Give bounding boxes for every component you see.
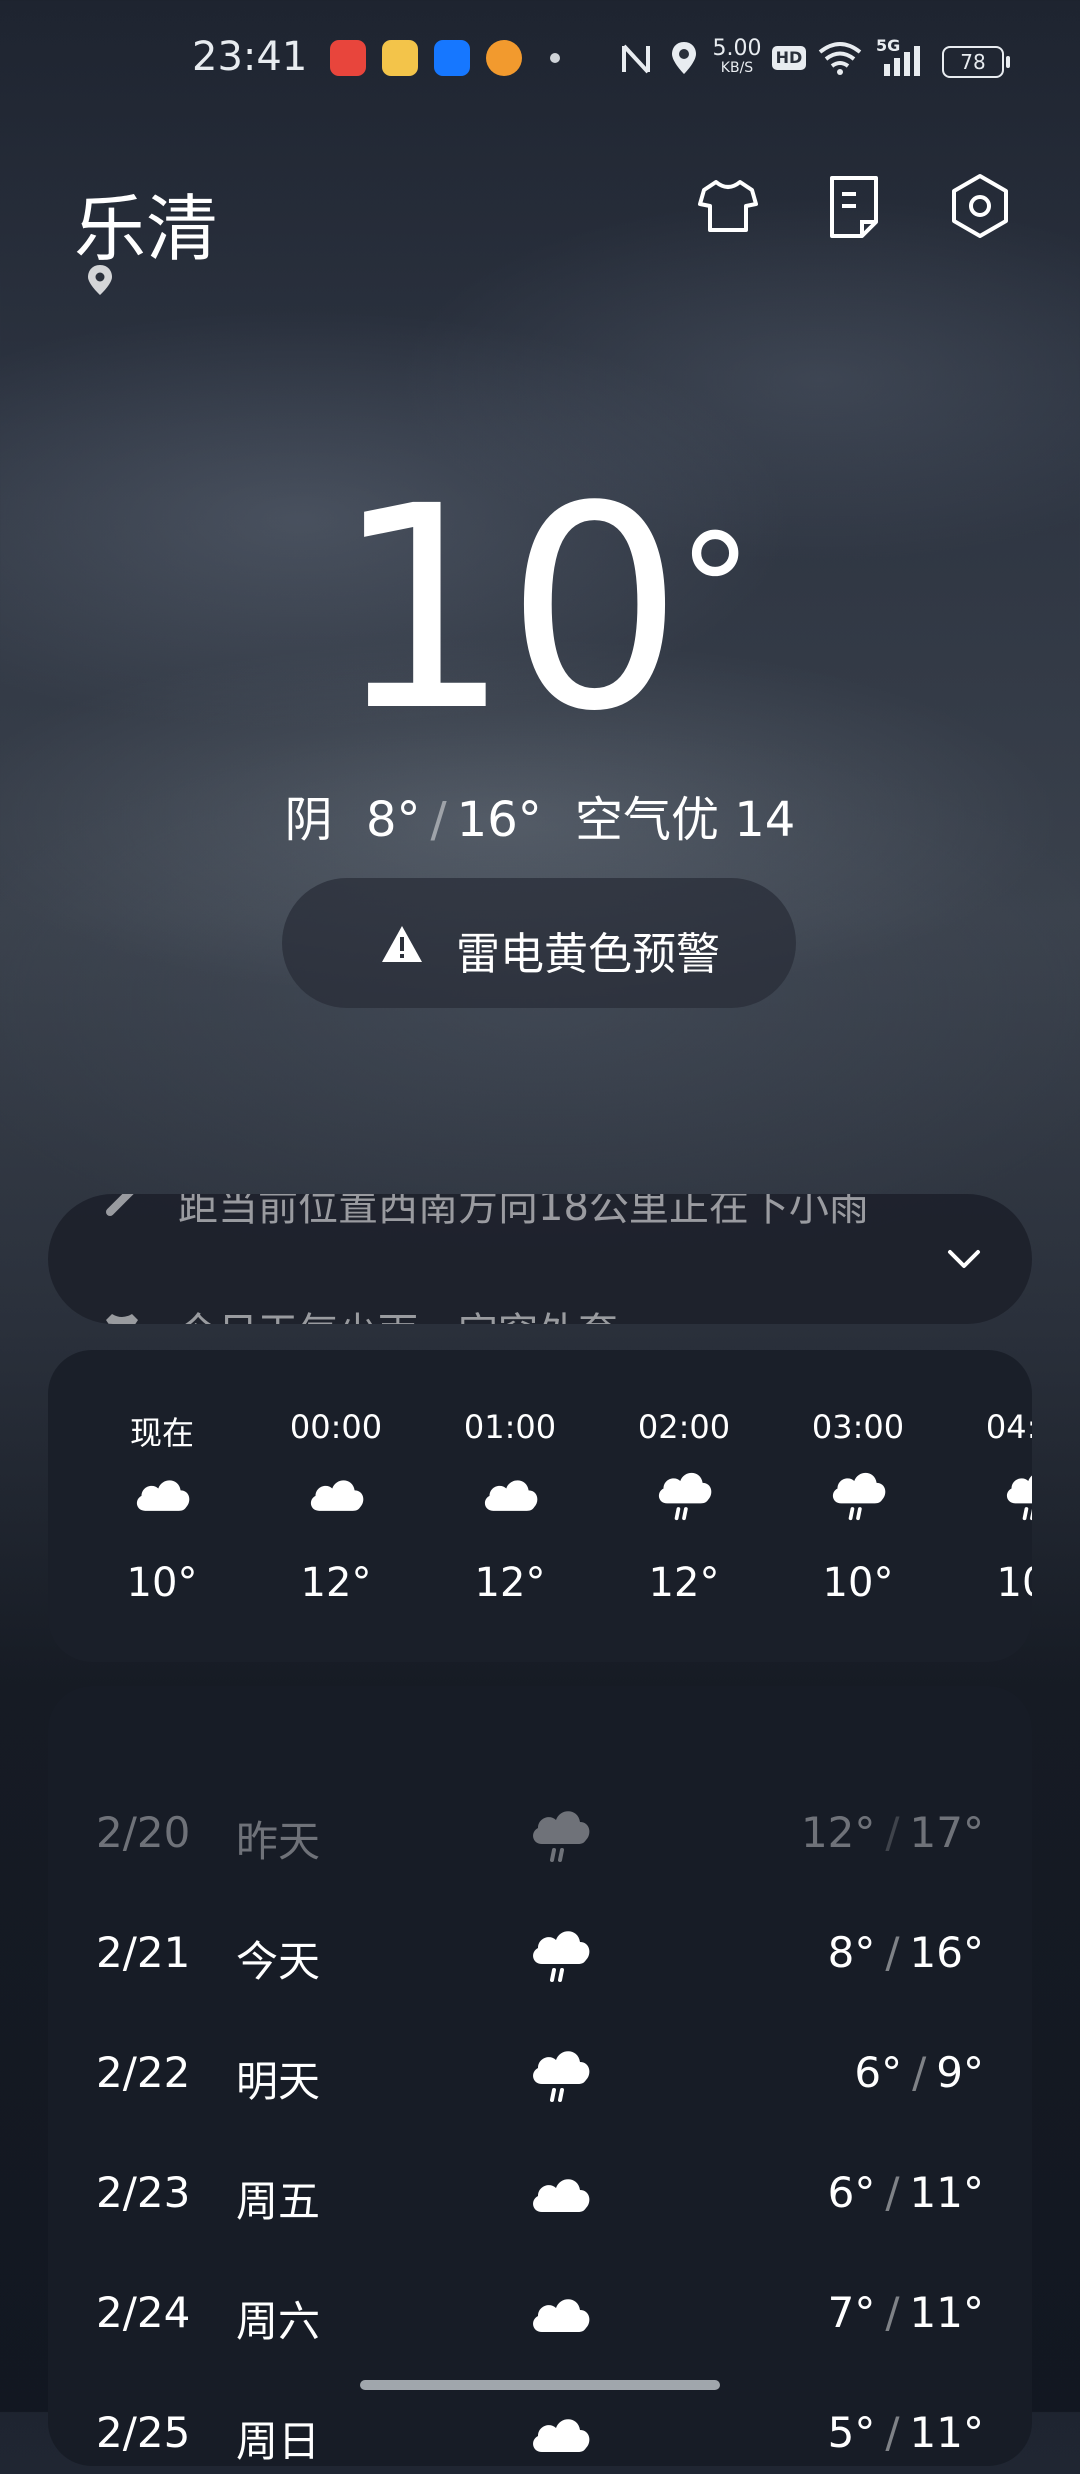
status-time: 23:41: [192, 34, 308, 80]
hour-time: 02:00: [637, 1408, 731, 1446]
clothing-icon[interactable]: [692, 170, 764, 242]
daily-row[interactable]: 2/22 明天 6°/9°: [48, 2034, 1032, 2114]
daily-row[interactable]: 2/21 今天 8°/16°: [48, 1914, 1032, 1994]
cloud-icon: [528, 2166, 592, 2224]
clothing-tip-icon: [106, 1314, 138, 1324]
day-high: 16°: [909, 1928, 984, 1977]
day-high: 11°: [909, 2168, 984, 2217]
sheep-app-icon: [382, 40, 418, 76]
cloud-icon: [528, 2286, 592, 2344]
daily-row[interactable]: 2/25 周日 5°/11°: [48, 2394, 1032, 2474]
day-date: 2/24: [96, 2288, 191, 2337]
location-icon: [672, 42, 696, 74]
current-location-icon: [88, 265, 112, 295]
day-temp-range: 6°/11°: [827, 2168, 984, 2217]
wifi-icon: [818, 42, 862, 75]
tip-clothing: 今日天气少雨，宜穿外套: [178, 1300, 618, 1324]
game-app-icon: [486, 40, 522, 76]
weather-tips-card[interactable]: 距当前位置西南方向18公里正在下小雨 今日天气少雨，宜穿外套: [48, 1194, 1032, 1324]
hour-time: 00:00: [289, 1408, 383, 1446]
day-high: 9°: [936, 2048, 984, 2097]
daily-row[interactable]: 2/20 昨天 12°/17°: [48, 1794, 1032, 1874]
settings-icon[interactable]: [944, 170, 1016, 242]
hour-time: 03:00: [811, 1408, 905, 1446]
hour-time: 04:00: [985, 1408, 1032, 1446]
tip-rain-nearby: 距当前位置西南方向18公里正在下小雨: [178, 1194, 869, 1230]
hour-temp: 10°: [822, 1560, 894, 1606]
day-low: 5°: [827, 2408, 876, 2457]
chevron-down-icon[interactable]: [944, 1244, 984, 1274]
day-name: 周六: [236, 2297, 321, 2346]
hd-badge: HD: [772, 46, 806, 70]
cloud-icon: [528, 2406, 592, 2464]
weather-summary[interactable]: 阴 8°/16° 空气优 14: [0, 780, 1080, 850]
daily-row[interactable]: 2/24 周六 7°/11°: [48, 2274, 1032, 2354]
day-date: 2/22: [96, 2048, 191, 2097]
daily-row[interactable]: 2/23 周五 6°/11°: [48, 2154, 1032, 2234]
hour-temp: 10°: [126, 1560, 198, 1606]
rain-cloud-icon: [654, 1468, 714, 1522]
news-app-icon: [330, 40, 366, 76]
day-temp-range: 6°/9°: [854, 2048, 984, 2097]
day-name: 今天: [236, 1937, 321, 1986]
nfc-icon: [622, 44, 650, 74]
day-low: 12°: [800, 1808, 876, 1857]
day-high: 11°: [909, 2408, 984, 2457]
city-name[interactable]: 乐清: [74, 170, 218, 275]
daily-forecast-card[interactable]: 2/20 昨天 12°/17° 2/21 今天 8°/16° 2/22 明天 6…: [48, 1686, 1032, 2466]
hour-temp: 12°: [300, 1560, 372, 1606]
high-temp: 16°: [456, 792, 542, 848]
day-high: 11°: [909, 2288, 984, 2337]
day-temp-range: 8°/16°: [827, 1928, 984, 1977]
day-temp-range: 5°/11°: [827, 2408, 984, 2457]
day-name: 周日: [236, 2417, 321, 2466]
day-high: 17°: [909, 1808, 984, 1857]
cloud-icon: [480, 1468, 540, 1522]
day-low: 8°: [827, 1928, 876, 1977]
condition-text: 阴: [284, 792, 333, 848]
day-date: 2/25: [96, 2408, 191, 2457]
air-quality: 空气优 14: [575, 792, 796, 848]
day-date: 2/23: [96, 2168, 191, 2217]
hour-time: 01:00: [463, 1408, 557, 1446]
day-name: 昨天: [236, 1817, 321, 1866]
alipay-icon: [434, 40, 470, 76]
more-notifications-dot: [550, 53, 560, 63]
low-temp: 8°: [365, 792, 421, 848]
day-date: 2/20: [96, 1808, 191, 1857]
day-low: 6°: [854, 2048, 903, 2097]
hourly-forecast-card[interactable]: 现在 10° 00:00 12° 01:00 12° 02:00 12° 03:…: [48, 1350, 1032, 1662]
battery-indicator: 78: [942, 46, 1010, 78]
day-name: 周五: [236, 2177, 321, 2226]
rain-cloud-icon: [1002, 1468, 1032, 1522]
warning-icon: [382, 926, 422, 962]
day-date: 2/21: [96, 1928, 191, 1977]
signal-icon: [884, 46, 920, 76]
current-temperature: 10°: [333, 447, 752, 773]
home-indicator[interactable]: [360, 2380, 720, 2390]
day-temp-range: 7°/11°: [827, 2288, 984, 2337]
rain-cloud-icon: [528, 1926, 592, 1984]
rain-cloud-icon: [828, 1468, 888, 1522]
hour-temp: 12°: [648, 1560, 720, 1606]
day-low: 6°: [827, 2168, 876, 2217]
cloud-icon: [306, 1468, 366, 1522]
umbrella-icon: [106, 1194, 134, 1216]
hour-temp: 10°: [996, 1560, 1032, 1606]
hour-temp: 12°: [474, 1560, 546, 1606]
day-low: 7°: [827, 2288, 876, 2337]
rain-cloud-icon: [528, 1806, 592, 1864]
cloud-icon: [132, 1468, 192, 1522]
day-name: 明天: [236, 2057, 321, 2106]
day-temp-range: 12°/17°: [800, 1808, 984, 1857]
network-speed: 5.00 KB/S: [712, 36, 762, 77]
alert-text: 雷电黄色预警: [456, 929, 720, 980]
hour-time: 现在: [129, 1414, 194, 1452]
rain-cloud-icon: [528, 2046, 592, 2104]
list-icon[interactable]: [818, 170, 890, 242]
